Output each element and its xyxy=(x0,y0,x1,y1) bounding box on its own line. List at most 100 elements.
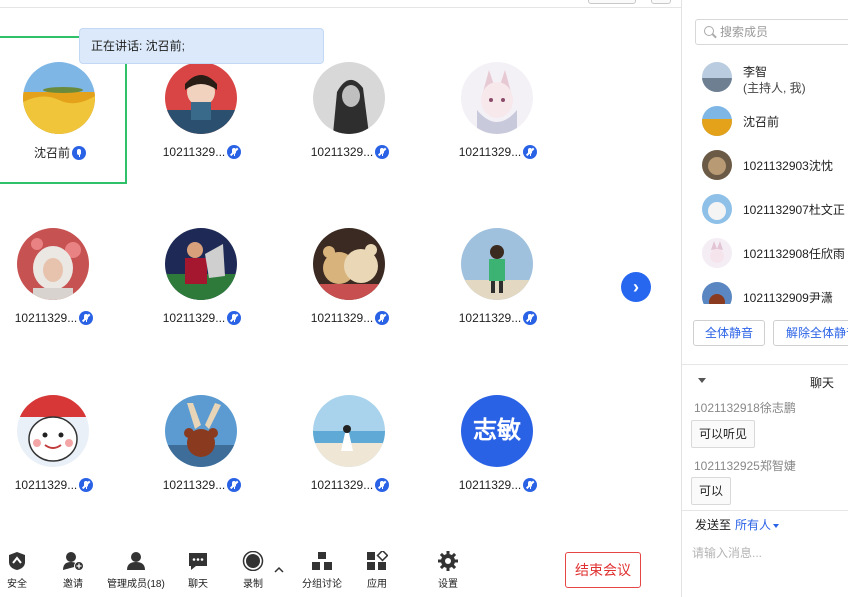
send-to-dropdown[interactable]: 所有人 xyxy=(735,516,780,533)
breakout-rooms-button[interactable]: 分组讨论 xyxy=(302,551,342,590)
member-item[interactable]: 1021132909尹潇 xyxy=(702,282,848,304)
record-icon xyxy=(242,550,264,572)
chat-sender: 1021132918徐志鹏 xyxy=(694,401,796,415)
chat-icon xyxy=(187,551,209,571)
mic-muted-icon[interactable] xyxy=(227,144,242,159)
breakout-icon xyxy=(311,551,333,571)
mic-on-icon[interactable] xyxy=(72,145,86,160)
collapse-caret-icon[interactable] xyxy=(698,378,706,383)
participant-tile[interactable]: 10211329... xyxy=(290,395,410,505)
invite-button[interactable]: 邀请 xyxy=(62,551,84,590)
mic-muted-icon[interactable] xyxy=(79,477,94,492)
avatar xyxy=(313,395,385,467)
participant-tile[interactable]: 10211329... xyxy=(142,395,262,505)
members-chat-panel: 搜索成员 李智 (主持人, 我) 沈召前 1021132903沈忱 102113… xyxy=(681,0,848,597)
participant-name: 沈召前 xyxy=(0,144,120,161)
avatar xyxy=(165,228,237,300)
search-icon xyxy=(704,26,714,36)
avatar xyxy=(17,228,89,300)
member-item[interactable]: 沈召前 xyxy=(702,106,848,142)
participant-tile[interactable]: 沈召前 xyxy=(0,62,120,172)
participant-tile[interactable]: 10211329... xyxy=(0,395,114,505)
member-item[interactable]: 李智 (主持人, 我) xyxy=(702,62,848,98)
mute-all-button[interactable]: 全体静音 xyxy=(693,320,765,346)
avatar xyxy=(165,395,237,467)
avatar xyxy=(702,194,732,224)
participant-name: 10211329... xyxy=(290,310,410,325)
top-button[interactable] xyxy=(588,0,636,4)
record-button[interactable]: 录制 xyxy=(242,550,264,590)
video-grid-area: 沈召前 10211329... 10211329... 10211329... … xyxy=(0,0,681,597)
unmute-all-button[interactable]: 解除全体静音 xyxy=(773,320,848,346)
avatar xyxy=(702,150,732,180)
end-meeting-button[interactable]: 结束会议 xyxy=(565,552,641,588)
avatar: 志敏 xyxy=(461,395,533,467)
next-page-button[interactable]: › xyxy=(621,272,651,302)
participant-name: 10211329... xyxy=(438,144,558,159)
participant-name: 10211329... xyxy=(290,477,410,492)
member-name: 1021132908任欣雨 xyxy=(743,247,845,261)
participant-tile[interactable]: 10211329... xyxy=(142,62,262,172)
participant-tile[interactable]: 10211329... xyxy=(0,228,114,338)
chevron-right-icon: › xyxy=(633,277,639,297)
mic-muted-icon[interactable] xyxy=(227,477,242,492)
participant-name: 10211329... xyxy=(142,477,262,492)
mic-muted-icon[interactable] xyxy=(375,310,390,325)
member-item[interactable]: 1021132908任欣雨 xyxy=(702,238,848,274)
participant-tile[interactable]: 10211329... xyxy=(438,62,558,172)
mic-muted-icon[interactable] xyxy=(375,477,390,492)
participant-tile[interactable]: 10211329... xyxy=(438,228,558,338)
avatar xyxy=(17,395,89,467)
dropdown-arrow-icon xyxy=(773,523,780,528)
chat-title: 聊天 xyxy=(810,376,835,390)
mic-muted-icon[interactable] xyxy=(227,310,242,325)
message-input[interactable]: 请输入消息... xyxy=(692,544,762,561)
mic-muted-icon[interactable] xyxy=(375,144,390,159)
member-name: 李智 xyxy=(743,65,768,79)
member-name: 1021132907杜文正 xyxy=(743,203,845,217)
chat-message: 可以听见 xyxy=(691,420,756,448)
participant-name: 10211329... xyxy=(438,310,558,325)
member-item[interactable]: 1021132903沈忱 xyxy=(702,150,848,186)
participant-name: 10211329... xyxy=(142,144,262,159)
send-to-row: 发送至 所有人 xyxy=(682,510,848,534)
search-placeholder: 搜索成员 xyxy=(720,25,769,39)
avatar xyxy=(702,238,732,268)
member-item[interactable]: 1021132907杜文正 xyxy=(702,194,848,230)
avatar xyxy=(702,282,732,304)
add-user-icon xyxy=(62,551,84,571)
record-options-chevron[interactable] xyxy=(274,563,284,577)
participant-tile[interactable]: 10211329... xyxy=(290,228,410,338)
avatar xyxy=(702,62,732,92)
chat-message: 可以 xyxy=(691,477,732,505)
top-divider xyxy=(0,0,681,8)
send-to-label: 发送至 xyxy=(695,518,732,532)
avatar xyxy=(23,62,95,134)
chevron-up-icon xyxy=(274,563,284,577)
chat-header[interactable]: 聊天 xyxy=(682,364,848,396)
avatar xyxy=(165,62,237,134)
chat-button[interactable]: 聊天 xyxy=(187,551,209,590)
mic-muted-icon[interactable] xyxy=(523,144,538,159)
participant-tile[interactable]: 10211329... xyxy=(290,62,410,172)
member-list: 李智 (主持人, 我) 沈召前 1021132903沈忱 1021132907杜… xyxy=(682,56,848,304)
top-small-button[interactable] xyxy=(651,0,671,4)
member-search-input[interactable]: 搜索成员 xyxy=(695,19,848,45)
mic-muted-icon[interactable] xyxy=(523,477,538,492)
security-button[interactable]: 安全 xyxy=(6,551,28,590)
mic-muted-icon[interactable] xyxy=(523,310,538,325)
settings-button[interactable]: 设置 xyxy=(437,551,459,590)
mic-muted-icon[interactable] xyxy=(79,310,94,325)
participant-name: 10211329... xyxy=(142,310,262,325)
shield-icon xyxy=(6,551,28,571)
meeting-toolbar: 安全 邀请 管理成员(18) 聊天 录制 分组讨论 应用 设置 结束会议 xyxy=(0,545,681,597)
avatar xyxy=(702,106,732,136)
avatar xyxy=(313,228,385,300)
participant-tile[interactable]: 志敏 10211329... xyxy=(438,395,558,505)
members-icon xyxy=(125,551,147,571)
participant-tile[interactable]: 10211329... xyxy=(142,228,262,338)
manage-members-button[interactable]: 管理成员(18) xyxy=(107,551,165,590)
member-name: 沈召前 xyxy=(743,115,780,129)
avatar xyxy=(461,62,533,134)
apps-button[interactable]: 应用 xyxy=(366,549,389,590)
